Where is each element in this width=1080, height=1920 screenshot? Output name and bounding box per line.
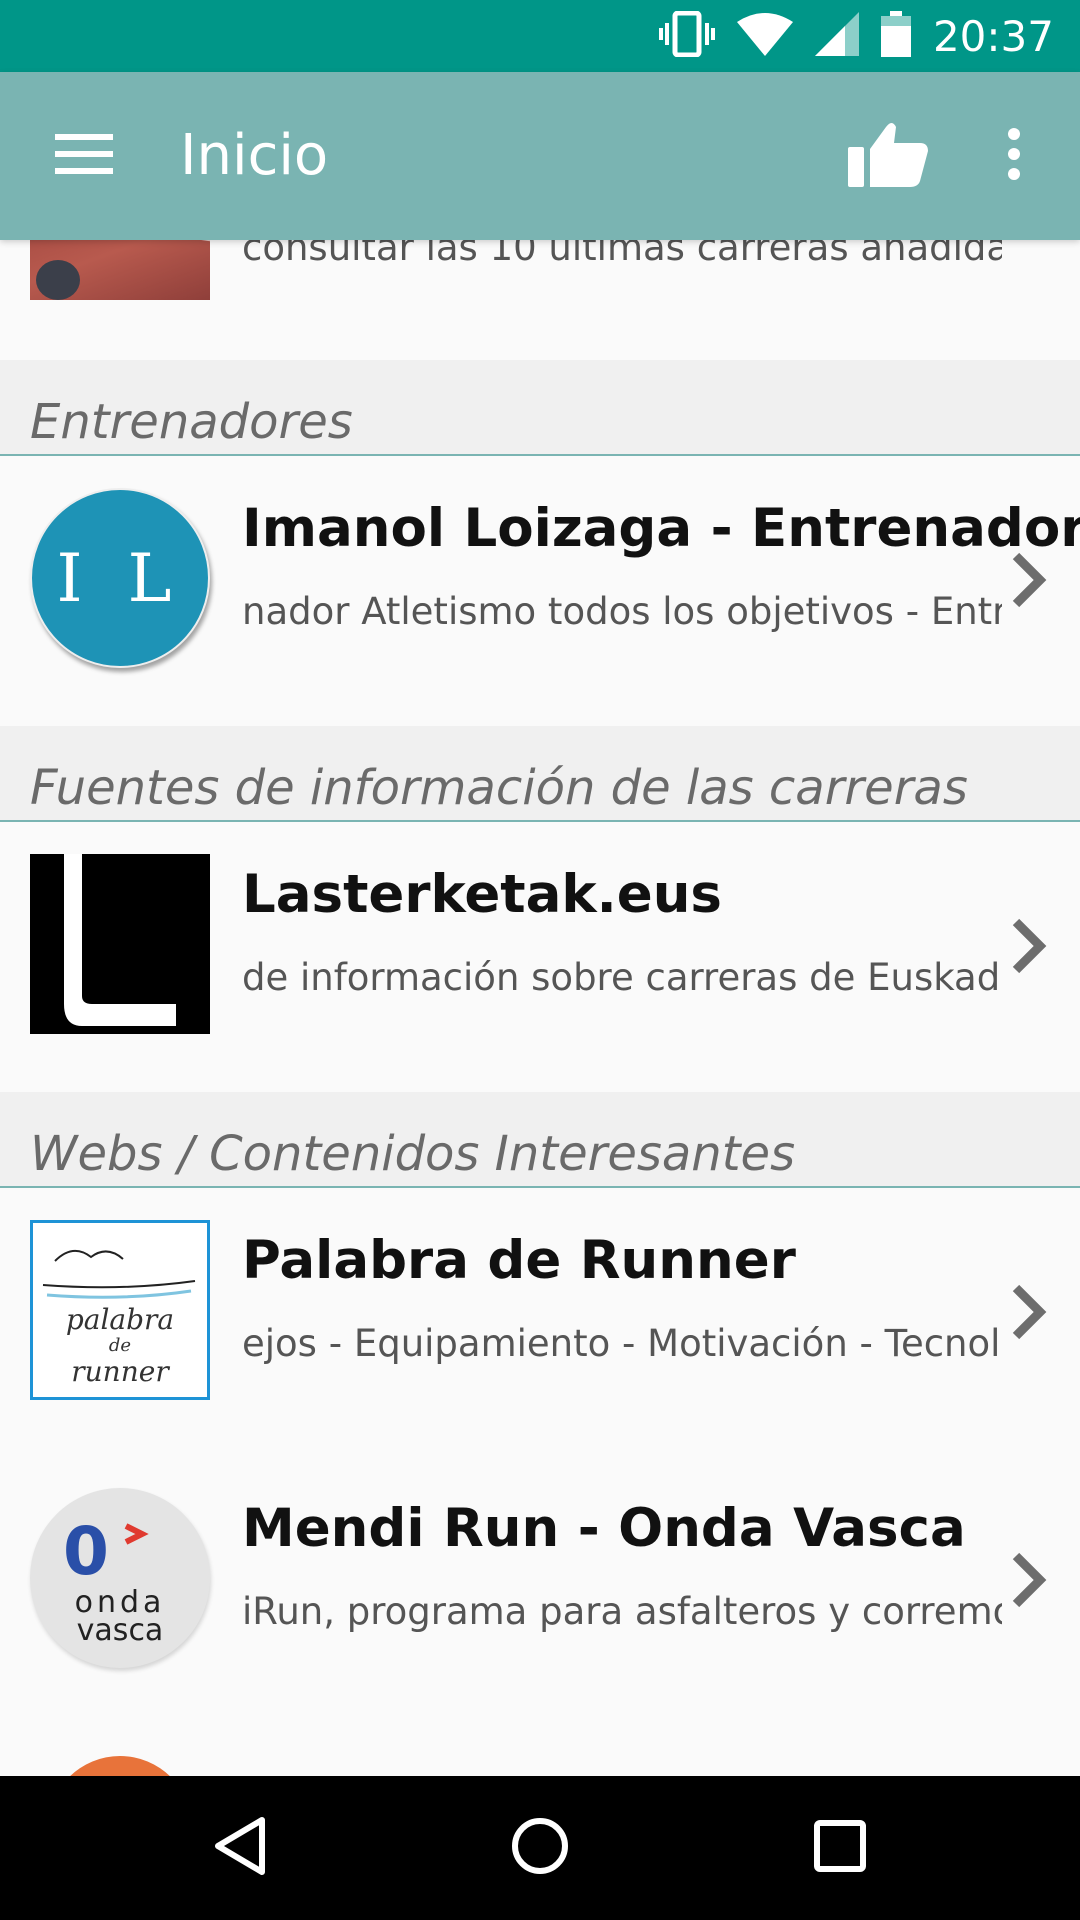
track-thumbnail bbox=[30, 240, 210, 300]
wifi-icon bbox=[736, 12, 793, 60]
back-icon bbox=[212, 1816, 268, 1880]
back-button[interactable] bbox=[180, 1804, 300, 1892]
svg-text:0: 0 bbox=[63, 1513, 109, 1590]
imanol-loizaga-logo: I L bbox=[30, 488, 210, 668]
navigation-bar bbox=[0, 1776, 1080, 1920]
lasterketak-logo bbox=[30, 854, 210, 1034]
menu-icon bbox=[55, 134, 113, 178]
battery-icon bbox=[880, 11, 911, 61]
chevron-right-icon bbox=[1008, 1282, 1048, 1342]
chevron-right-icon bbox=[1008, 1550, 1048, 1610]
list-item-mendi-run[interactable]: 0 onda vasca Mendi Run - Onda Vasca iRun… bbox=[0, 1458, 1080, 1726]
partial-list-item-logo bbox=[48, 1756, 192, 1776]
list-item-subtitle: consultar las 10 últimas carreras añadid… bbox=[242, 240, 1002, 269]
list-item-palabra-de-runner[interactable]: palabra de runner Palabra de Runner ejos… bbox=[0, 1190, 1080, 1458]
svg-text:palabra: palabra bbox=[66, 1303, 174, 1336]
vibrate-icon bbox=[658, 10, 715, 61]
more-options-button[interactable] bbox=[984, 112, 1044, 200]
list-item-subtitle: nador Atletismo todos los objetivos - En… bbox=[242, 590, 1002, 633]
section-title: Entrenadores bbox=[30, 394, 353, 450]
page-title: Inicio bbox=[180, 123, 329, 188]
list-item-lasterketak[interactable]: Lasterketak.eus de información sobre car… bbox=[0, 824, 1080, 1092]
onda-vasca-logo: 0 onda vasca bbox=[30, 1488, 210, 1668]
home-button[interactable] bbox=[480, 1804, 600, 1892]
list-item-title: Mendi Run - Onda Vasca bbox=[242, 1498, 966, 1559]
list-item-title: Imanol Loizaga - Entrenador bbox=[242, 498, 1080, 559]
like-button[interactable] bbox=[840, 112, 936, 200]
svg-text:runner: runner bbox=[71, 1355, 170, 1388]
thumbs-up-icon bbox=[848, 121, 928, 191]
home-icon bbox=[510, 1816, 570, 1880]
more-vert-icon bbox=[1006, 128, 1022, 184]
clock: 20:37 bbox=[932, 11, 1054, 61]
section-title: Fuentes de información de las carreras bbox=[30, 760, 968, 816]
list-item-subtitle: iRun, programa para asfalteros y corremo… bbox=[242, 1590, 1002, 1633]
list-item-ultimas-carreras[interactable]: consultar las 10 últimas carreras añadid… bbox=[0, 240, 1080, 360]
recents-icon bbox=[813, 1819, 867, 1877]
signal-icon bbox=[814, 12, 859, 60]
chevron-right-icon bbox=[1008, 916, 1048, 976]
section-header-fuentes: Fuentes de información de las carreras bbox=[0, 726, 1080, 822]
palabra-de-runner-logo: palabra de runner bbox=[30, 1220, 210, 1400]
content-list[interactable]: consultar las 10 últimas carreras añadid… bbox=[0, 240, 1080, 1776]
app-bar: Inicio bbox=[0, 72, 1080, 240]
list-item-subtitle: ejos - Equipamiento - Motivación - Tecno… bbox=[242, 1322, 1002, 1365]
list-item-subtitle: de información sobre carreras de Euskadi bbox=[242, 956, 1002, 999]
section-header-entrenadores: Entrenadores bbox=[0, 360, 1080, 456]
svg-text:vasca: vasca bbox=[77, 1613, 164, 1648]
status-bar: 20:37 bbox=[0, 0, 1080, 72]
list-item-imanol-loizaga[interactable]: I L Imanol Loizaga - Entrenador nador At… bbox=[0, 458, 1080, 726]
svg-text:de: de bbox=[109, 1335, 131, 1356]
menu-button[interactable] bbox=[40, 116, 128, 196]
list-item-title: Lasterketak.eus bbox=[242, 864, 722, 925]
recents-button[interactable] bbox=[780, 1804, 900, 1892]
list-item-title: Palabra de Runner bbox=[242, 1230, 796, 1291]
section-title: Webs / Contenidos Interesantes bbox=[30, 1126, 796, 1182]
chevron-right-icon bbox=[1008, 550, 1048, 610]
section-header-webs: Webs / Contenidos Interesantes bbox=[0, 1092, 1080, 1188]
